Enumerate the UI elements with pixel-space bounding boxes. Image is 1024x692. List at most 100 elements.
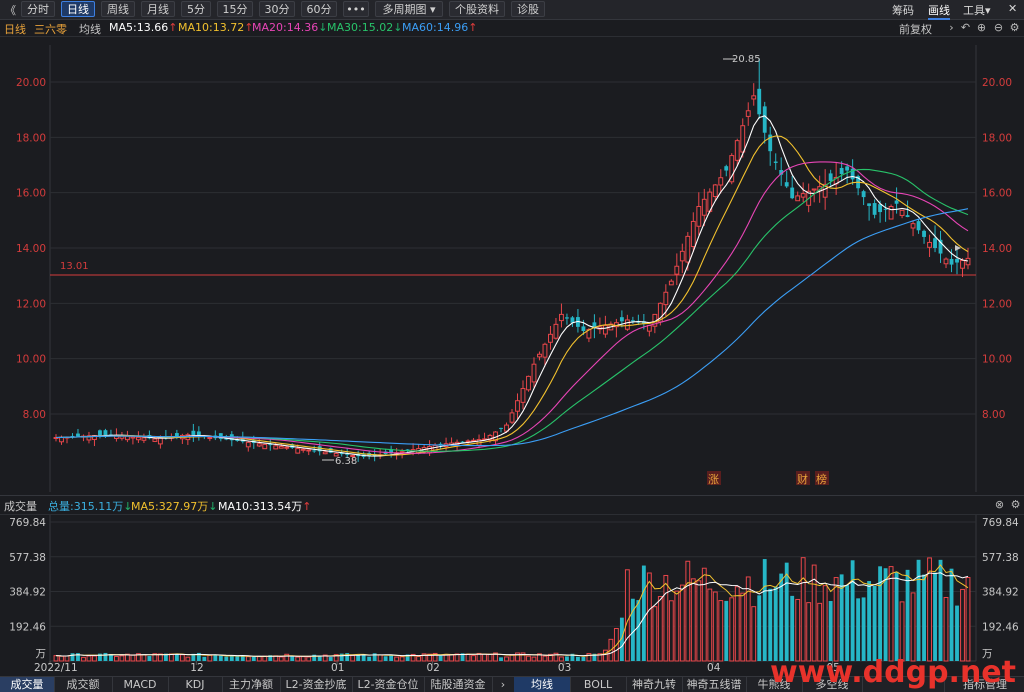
- close-pane-icon[interactable]: ⊗: [993, 498, 1006, 511]
- candle: [861, 191, 866, 198]
- multi-period-dropdown[interactable]: 多周期图 ▾: [375, 1, 443, 17]
- tab-five-lines[interactable]: 神奇五线谱: [682, 677, 747, 692]
- close-icon[interactable]: ✕: [1008, 2, 1017, 15]
- price-tick-right: 8.00: [982, 409, 1005, 421]
- volume-bar: [740, 592, 746, 662]
- settings-icon[interactable]: ⚙: [1008, 21, 1021, 34]
- chips-button[interactable]: 筹码: [892, 2, 914, 18]
- tab-l2-position[interactable]: L2-资金仓位: [352, 677, 425, 692]
- candle: [757, 88, 762, 115]
- volume-bar: [416, 656, 422, 662]
- candle: [922, 230, 926, 237]
- tab-ma[interactable]: 均线: [514, 677, 571, 692]
- candle: [828, 173, 833, 181]
- price-tick-right: 20.00: [982, 77, 1012, 89]
- candle: [883, 208, 888, 210]
- ma60-text: MA60:14.96: [402, 21, 469, 34]
- candle: [811, 188, 817, 191]
- tab-northbound[interactable]: 陆股通资金: [424, 677, 493, 692]
- volume-bar: [295, 656, 301, 662]
- volume-bar: [168, 653, 174, 662]
- volume-bar: [185, 656, 191, 662]
- draw-line-button[interactable]: 画线: [928, 2, 950, 20]
- candle: [98, 430, 102, 436]
- ma-label[interactable]: 均线: [79, 21, 101, 37]
- watermark: www.ddgp.net: [770, 655, 1016, 690]
- period-tab-15min[interactable]: 15分: [217, 1, 253, 17]
- adjust-dropdown[interactable]: 前复权: [899, 21, 932, 37]
- candle: [76, 433, 80, 437]
- zoom-in-icon[interactable]: ⊕: [975, 21, 988, 34]
- candle: [130, 436, 136, 439]
- volume-ma5-text: MA5:327.97万: [131, 500, 209, 513]
- price-tick-left: 20.00: [16, 77, 46, 89]
- candle: [905, 215, 910, 218]
- period-tab-30min[interactable]: 30分: [259, 1, 295, 17]
- tab-turnover[interactable]: 成交额: [54, 677, 113, 692]
- tab-kdj[interactable]: KDJ: [168, 677, 223, 692]
- kline-chart[interactable]: 20.00 18.00 16.00 14.00 12.00 10.00 8.00 20.00…: [0, 37, 1024, 676]
- tools-button[interactable]: 工具▾: [963, 2, 991, 18]
- pane-settings-icon[interactable]: ⚙: [1009, 498, 1022, 511]
- volume-bar: [943, 596, 949, 662]
- period-label: 日线: [4, 23, 26, 36]
- period-tab-week[interactable]: 周线: [101, 1, 135, 17]
- volume-bar: [602, 649, 608, 662]
- candle: [602, 324, 608, 335]
- date-tick: 04: [707, 662, 721, 674]
- period-tab-day[interactable]: 日线: [61, 1, 95, 17]
- price-axis-left: 20.00 18.00 16.00 14.00 12.00 10.00 8.00: [16, 77, 46, 421]
- volume-bar: [822, 585, 828, 662]
- arrow-up-icon: ↑: [468, 21, 478, 34]
- volume-bar: [449, 654, 454, 662]
- chevron-right-icon[interactable]: ›: [945, 21, 958, 34]
- candle: [499, 427, 503, 429]
- volume-bar: [663, 574, 669, 662]
- more-button[interactable]: •••: [343, 1, 369, 17]
- ma60-value: MA60:14.96↑: [402, 21, 477, 34]
- volume-bar: [888, 566, 894, 662]
- volume-bar: [856, 598, 861, 661]
- tab-volume[interactable]: 成交量: [0, 677, 55, 692]
- volume-bar: [235, 656, 240, 661]
- candle: [955, 258, 959, 263]
- ma10-line: [55, 135, 969, 456]
- back-icon[interactable]: 《: [5, 2, 16, 18]
- zoom-out-icon[interactable]: ⊖: [992, 21, 1005, 34]
- volume-bar: [179, 654, 185, 662]
- period-tab-60min[interactable]: 60分: [301, 1, 337, 17]
- candlesticks: [53, 58, 971, 462]
- period-tab-5min[interactable]: 5分: [181, 1, 211, 17]
- period-tab-month[interactable]: 月线: [141, 1, 175, 17]
- tab-l2-bottom[interactable]: L2-资金抄底: [280, 677, 353, 692]
- ma5-text: MA5:13.66: [109, 21, 169, 34]
- tab-boll[interactable]: BOLL: [570, 677, 627, 692]
- volume-bar: [867, 581, 872, 661]
- tab-macd[interactable]: MACD: [112, 677, 169, 692]
- candle: [740, 125, 746, 153]
- ma20-text: MA20:14.36: [252, 21, 319, 34]
- undo-icon[interactable]: ↶: [959, 21, 972, 34]
- candle: [872, 203, 877, 215]
- candle: [927, 241, 932, 248]
- volume-bar: [845, 585, 850, 661]
- tab-more-arrow[interactable]: ›: [492, 677, 515, 692]
- candle: [867, 203, 872, 206]
- period-tab-minute[interactable]: 分时: [21, 1, 55, 17]
- tab-nine-turn[interactable]: 神奇九转: [626, 677, 683, 692]
- volume-bar: [92, 655, 97, 662]
- candle: [124, 435, 130, 441]
- candle: [306, 449, 312, 452]
- candle: [581, 326, 586, 331]
- candle: [531, 363, 537, 383]
- limit-up-mark-text: 涨: [708, 473, 719, 486]
- tab-main-net[interactable]: 主力净额: [222, 677, 281, 692]
- volume-bar: [960, 588, 965, 662]
- date-tick: 2022/11: [34, 662, 78, 674]
- candle: [135, 436, 141, 441]
- diagnose-button[interactable]: 诊股: [511, 1, 545, 17]
- volume-bars: [53, 557, 971, 662]
- volume-bar: [174, 654, 179, 661]
- candle: [790, 187, 795, 199]
- stock-profile-button[interactable]: 个股资料: [449, 1, 505, 17]
